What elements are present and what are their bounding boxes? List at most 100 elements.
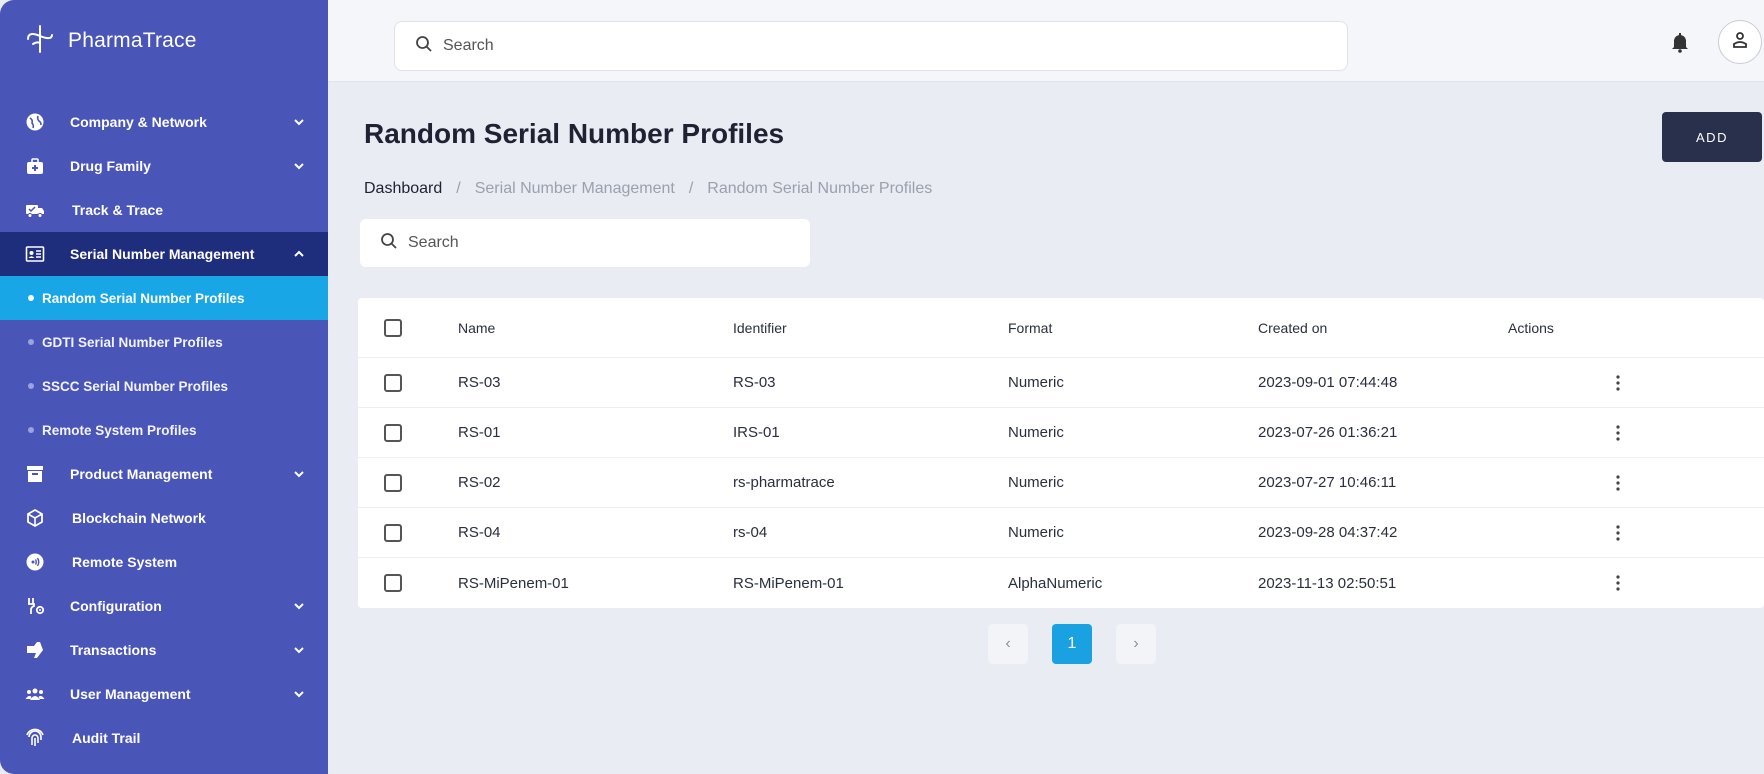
row-checkbox[interactable] <box>384 473 402 492</box>
select-all-checkbox[interactable] <box>384 318 402 337</box>
sidebar-item-label: Company & Network <box>70 114 207 130</box>
next-page-button[interactable]: › <box>1116 624 1156 664</box>
cell-format: AlphaNumeric <box>1008 574 1103 592</box>
row-checkbox[interactable] <box>384 373 402 392</box>
cell-created-on: 2023-07-26 01:36:21 <box>1258 424 1398 441</box>
sidebar: PharmaTrace Company & Network Drug Famil… <box>0 0 328 774</box>
global-search[interactable] <box>394 21 1348 71</box>
archive-icon <box>24 463 46 485</box>
more-vert-icon[interactable] <box>1608 421 1628 445</box>
page-title: Random Serial Number Profiles <box>364 118 785 149</box>
top-bar <box>328 0 1764 82</box>
broadcast-icon <box>24 551 46 573</box>
sidebar-item-remote-system[interactable]: Remote System <box>0 540 328 584</box>
chevron-down-icon <box>292 159 306 173</box>
tools-icon <box>24 595 46 617</box>
sidebar-item-product-management[interactable]: Product Management <box>0 452 328 496</box>
more-vert-icon[interactable] <box>1608 371 1628 395</box>
sidebar-subitem-label: SSCC Serial Number Profiles <box>42 378 229 394</box>
hand-icon <box>24 639 46 661</box>
breadcrumb-separator: / <box>456 180 461 197</box>
prev-page-button[interactable]: ‹ <box>988 624 1028 664</box>
bullet-dot-icon <box>28 339 34 345</box>
column-header-format[interactable]: Format <box>1008 320 1052 336</box>
more-vert-icon[interactable] <box>1608 471 1628 495</box>
user-icon <box>1730 30 1750 55</box>
pharmatrace-logo-icon <box>24 23 56 60</box>
more-vert-icon[interactable] <box>1608 571 1628 595</box>
brand[interactable]: PharmaTrace <box>0 0 328 82</box>
more-vert-icon[interactable] <box>1608 521 1628 545</box>
cell-identifier: IRS-01 <box>733 424 780 441</box>
sidebar-subitem-gdti-serial-number-profiles[interactable]: GDTI Serial Number Profiles <box>0 320 328 364</box>
cell-name: RS-03 <box>458 374 501 391</box>
sidebar-item-track-trace[interactable]: Track & Trace <box>0 188 328 232</box>
sidebar-nav: Company & Network Drug Family Track & Tr… <box>0 100 328 760</box>
column-header-actions: Actions <box>1508 319 1554 336</box>
sidebar-item-company-network[interactable]: Company & Network <box>0 100 328 144</box>
sidebar-item-label: Product Management <box>70 466 213 482</box>
truck-icon <box>24 199 46 221</box>
table-search[interactable] <box>360 219 810 267</box>
page-1-button[interactable]: 1 <box>1052 624 1092 664</box>
sidebar-item-label: Track & Trace <box>72 202 164 218</box>
globe-icon <box>24 111 46 133</box>
profiles-table: Name Identifier Format Created on Action… <box>358 298 1764 608</box>
user-avatar[interactable] <box>1718 20 1762 64</box>
breadcrumb-dashboard[interactable]: Dashboard <box>364 180 442 198</box>
breadcrumb-separator: / <box>688 180 694 197</box>
search-icon <box>380 232 398 255</box>
sidebar-item-label: Audit Trail <box>72 730 141 746</box>
cell-identifier: RS-MiPenem-01 <box>733 574 844 592</box>
column-header-identifier[interactable]: Identifier <box>733 320 787 336</box>
pagination: ‹ 1 › <box>988 624 1156 664</box>
chevron-down-icon <box>292 599 306 613</box>
chevron-down-icon <box>292 467 306 481</box>
sidebar-subitem-label: Remote System Profiles <box>42 422 197 438</box>
table-search-input[interactable] <box>408 234 788 252</box>
sidebar-item-serial-number-management[interactable]: Serial Number Management <box>0 232 328 276</box>
sidebar-subitem-label: GDTI Serial Number Profiles <box>42 334 223 350</box>
chevron-down-icon <box>292 687 306 701</box>
row-checkbox[interactable] <box>384 574 402 592</box>
cell-format: Numeric <box>1008 524 1064 541</box>
table-row[interactable]: RS-MiPenem-01 RS-MiPenem-01 AlphaNumeric… <box>358 558 1764 608</box>
sidebar-subitem-random-serial-number-profiles[interactable]: Random Serial Number Profiles <box>0 276 328 320</box>
row-checkbox[interactable] <box>384 523 402 542</box>
sidebar-item-user-management[interactable]: User Management <box>0 672 328 716</box>
add-button[interactable]: ADD <box>1662 112 1762 162</box>
sidebar-subitem-sscc-serial-number-profiles[interactable]: SSCC Serial Number Profiles <box>0 364 328 408</box>
table-row[interactable]: RS-04 rs-04 Numeric 2023-09-28 04:37:42 <box>358 508 1764 558</box>
column-header-created-on[interactable]: Created on <box>1258 320 1327 336</box>
cell-created-on: 2023-11-13 02:50:51 <box>1258 574 1397 592</box>
table-row[interactable]: RS-02 rs-pharmatrace Numeric 2023-07-27 … <box>358 458 1764 508</box>
cell-identifier: rs-04 <box>733 524 768 541</box>
table-row[interactable]: RS-03 RS-03 Numeric 2023-09-01 07:44:48 <box>358 358 1764 408</box>
sidebar-item-blockchain-network[interactable]: Blockchain Network <box>0 496 328 540</box>
bullet-dot-icon <box>28 383 34 389</box>
global-search-input[interactable] <box>443 37 1323 55</box>
sidebar-subitem-remote-system-profiles[interactable]: Remote System Profiles <box>0 408 328 452</box>
cell-name: RS-01 <box>458 424 501 441</box>
sidebar-item-transactions[interactable]: Transactions <box>0 628 328 672</box>
sidebar-item-label: Transactions <box>70 642 157 658</box>
sidebar-item-drug-family[interactable]: Drug Family <box>0 144 328 188</box>
cell-created-on: 2023-09-28 04:37:42 <box>1258 524 1398 541</box>
table-row[interactable]: RS-01 IRS-01 Numeric 2023-07-26 01:36:21 <box>358 408 1764 458</box>
cell-format: Numeric <box>1008 424 1064 441</box>
chevron-up-icon <box>292 247 306 261</box>
row-checkbox[interactable] <box>384 423 402 442</box>
sidebar-item-audit-trail[interactable]: Audit Trail <box>0 716 328 760</box>
cell-name: RS-MiPenem-01 <box>458 574 569 592</box>
app-window: PharmaTrace Company & Network Drug Famil… <box>0 0 1764 774</box>
chevron-down-icon <box>292 643 306 657</box>
cell-identifier: RS-03 <box>733 374 776 391</box>
table-header-row: Name Identifier Format Created on Action… <box>358 298 1764 358</box>
bullet-dot-icon <box>28 295 34 301</box>
cell-format: Numeric <box>1008 374 1064 391</box>
bell-icon[interactable] <box>1668 30 1692 54</box>
breadcrumb-serial-number-management[interactable]: Serial Number Management <box>475 180 675 198</box>
column-header-name[interactable]: Name <box>458 320 495 336</box>
sidebar-item-configuration[interactable]: Configuration <box>0 584 328 628</box>
breadcrumb-current: Random Serial Number Profiles <box>707 180 933 197</box>
